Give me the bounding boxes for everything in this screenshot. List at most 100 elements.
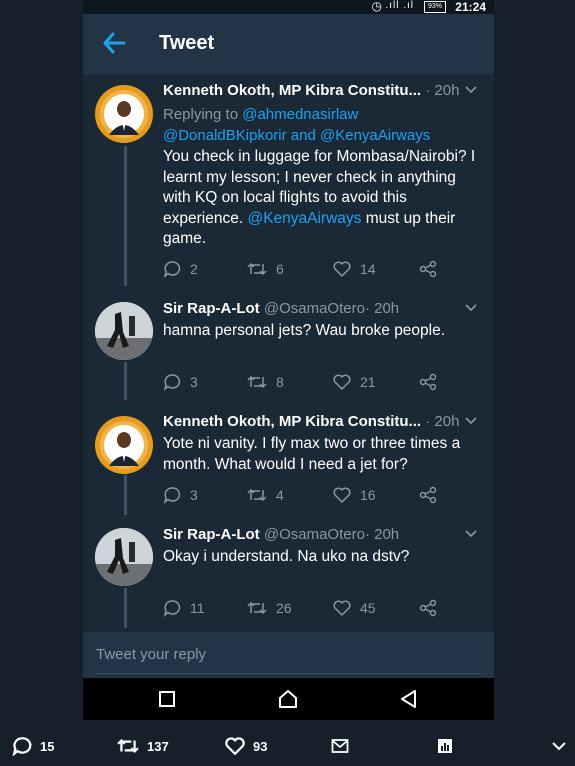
signal-icon: .ıll .ıl xyxy=(385,0,414,11)
tweet-actions: 2 6 14 xyxy=(163,259,463,279)
divider xyxy=(96,673,481,674)
reply-icon xyxy=(163,261,181,278)
reply-button[interactable]: 2 xyxy=(163,259,198,279)
analytics-icon xyxy=(438,739,452,753)
share-button[interactable] xyxy=(419,259,446,279)
tweet[interactable]: Sir Rap-A-Lot @OsamaOtero· 20h Okay i un… xyxy=(83,526,494,626)
timestamp: · 20h xyxy=(364,300,400,317)
avatar[interactable] xyxy=(95,302,153,360)
alarm-icon: ◷ xyxy=(371,0,382,13)
display-name[interactable]: Kenneth Okoth, MP Kibra Constitu... xyxy=(163,413,421,430)
mention-link[interactable]: @ahmednasirlaw xyxy=(242,106,358,123)
tweet-header: Kenneth Okoth, MP Kibra Constitu... · 20… xyxy=(163,82,483,102)
home-icon[interactable] xyxy=(277,688,299,710)
reply-input[interactable]: Tweet your reply xyxy=(96,646,206,663)
tweet[interactable]: Kenneth Okoth, MP Kibra Constitu... · 20… xyxy=(83,413,494,513)
like-button[interactable]: 45 xyxy=(333,598,376,618)
tweet-header: Sir Rap-A-Lot @OsamaOtero· 20h xyxy=(163,526,483,546)
share-icon xyxy=(419,260,437,278)
status-bar: ◷ .ıll .ıl 93% 21:24 xyxy=(83,0,494,14)
reply-button[interactable]: 11 xyxy=(163,598,205,618)
like-button[interactable]: 16 xyxy=(333,485,376,505)
mention-link[interactable]: @KenyaAirways xyxy=(247,210,361,227)
retweet-button[interactable]: 8 xyxy=(247,372,284,392)
heart-icon xyxy=(333,600,351,616)
timestamp: · 20h xyxy=(364,526,400,543)
replying-to: Replying to @ahmednasirlaw @DonaldBKipko… xyxy=(163,106,431,144)
mention-link[interactable]: @KenyaAirways xyxy=(320,127,430,144)
like-button[interactable]: 93 xyxy=(225,731,267,761)
retweet-icon xyxy=(247,488,267,502)
heart-icon xyxy=(333,261,351,277)
message-button[interactable] xyxy=(331,731,357,761)
retweet-icon xyxy=(247,601,267,615)
back-icon[interactable] xyxy=(398,688,420,710)
heart-icon xyxy=(225,737,245,755)
avatar[interactable] xyxy=(95,85,153,143)
avatar[interactable] xyxy=(95,528,153,586)
share-button[interactable] xyxy=(419,598,446,618)
clock: 21:24 xyxy=(455,0,486,14)
recents-icon[interactable] xyxy=(156,688,178,710)
username[interactable]: @OsamaOtero xyxy=(264,526,365,543)
heart-icon xyxy=(333,374,351,390)
like-button[interactable]: 14 xyxy=(333,259,376,279)
post-actions-bar: 15 137 93 xyxy=(0,731,575,766)
reply-icon xyxy=(163,487,181,504)
tweet[interactable]: Kenneth Okoth, MP Kibra Constitu... · 20… xyxy=(83,82,494,282)
tweet-text: Yote ni vanity. I fly max two or three t… xyxy=(163,435,461,473)
tweet-actions: 11 26 45 xyxy=(163,598,463,618)
reply-icon xyxy=(163,374,181,391)
battery-indicator: 93% xyxy=(424,1,446,13)
retweet-icon xyxy=(117,738,139,754)
retweet-icon xyxy=(247,375,267,389)
tweet-text: Okay i understand. Na uko na dstv? xyxy=(163,548,410,565)
chevron-down-icon xyxy=(552,742,566,751)
reply-button[interactable]: 3 xyxy=(163,372,198,392)
reply-button[interactable]: 3 xyxy=(163,485,198,505)
retweet-button[interactable]: 26 xyxy=(247,598,292,618)
system-nav-bar xyxy=(83,678,494,720)
reply-icon xyxy=(163,600,181,617)
display-name[interactable]: Sir Rap-A-Lot xyxy=(163,300,260,317)
tweet-header: Sir Rap-A-Lot @OsamaOtero· 20h xyxy=(163,300,483,320)
back-arrow-icon[interactable] xyxy=(101,28,127,58)
chevron-down-icon[interactable] xyxy=(465,530,477,538)
tweet-actions: 3 4 16 xyxy=(163,485,463,505)
timestamp: · 20h xyxy=(425,82,460,99)
mention-link[interactable]: @DonaldBKipkorir xyxy=(163,127,287,144)
more-button[interactable] xyxy=(551,731,575,761)
display-name[interactable]: Kenneth Okoth, MP Kibra Constitu... xyxy=(163,82,421,99)
chevron-down-icon[interactable] xyxy=(465,417,477,425)
display-name[interactable]: Sir Rap-A-Lot xyxy=(163,526,260,543)
heart-icon xyxy=(333,487,351,503)
tweet-header: Kenneth Okoth, MP Kibra Constitu... · 20… xyxy=(163,413,483,433)
tweet-text: You check in luggage for Mombasa/Nairobi… xyxy=(163,148,476,247)
share-icon xyxy=(419,599,437,617)
retweet-button[interactable]: 4 xyxy=(247,485,284,505)
analytics-button[interactable] xyxy=(438,731,460,761)
share-icon xyxy=(419,373,437,391)
avatar[interactable] xyxy=(95,416,153,474)
tweet-actions: 3 8 21 xyxy=(163,372,463,392)
tweet[interactable]: Sir Rap-A-Lot @OsamaOtero· 20h hamna per… xyxy=(83,300,494,400)
chevron-down-icon[interactable] xyxy=(465,304,477,312)
envelope-icon xyxy=(331,739,349,753)
username[interactable]: @OsamaOtero xyxy=(264,300,365,317)
tweet-text: hamna personal jets? Wau broke people. xyxy=(163,322,446,339)
phone-screen: ◷ .ıll .ıl 93% 21:24 Tweet Kenneth Okoth… xyxy=(83,0,494,720)
chevron-down-icon[interactable] xyxy=(465,86,477,94)
page-title: Tweet xyxy=(159,32,215,54)
retweet-button[interactable]: 6 xyxy=(247,259,284,279)
timestamp: · 20h xyxy=(425,413,460,430)
retweet-button[interactable]: 137 xyxy=(117,731,169,761)
reply-button[interactable]: 15 xyxy=(12,731,54,761)
share-button[interactable] xyxy=(419,485,446,505)
share-button[interactable] xyxy=(419,372,446,392)
app-bar: Tweet xyxy=(83,14,494,74)
reply-composer[interactable]: Tweet your reply xyxy=(83,632,494,678)
retweet-icon xyxy=(247,262,267,276)
share-icon xyxy=(419,486,437,504)
like-button[interactable]: 21 xyxy=(333,372,376,392)
reply-icon xyxy=(12,737,32,756)
